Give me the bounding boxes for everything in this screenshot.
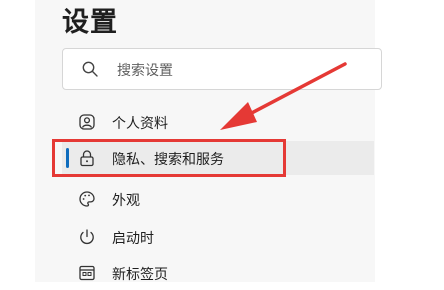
annotation-arrow [220, 62, 347, 130]
